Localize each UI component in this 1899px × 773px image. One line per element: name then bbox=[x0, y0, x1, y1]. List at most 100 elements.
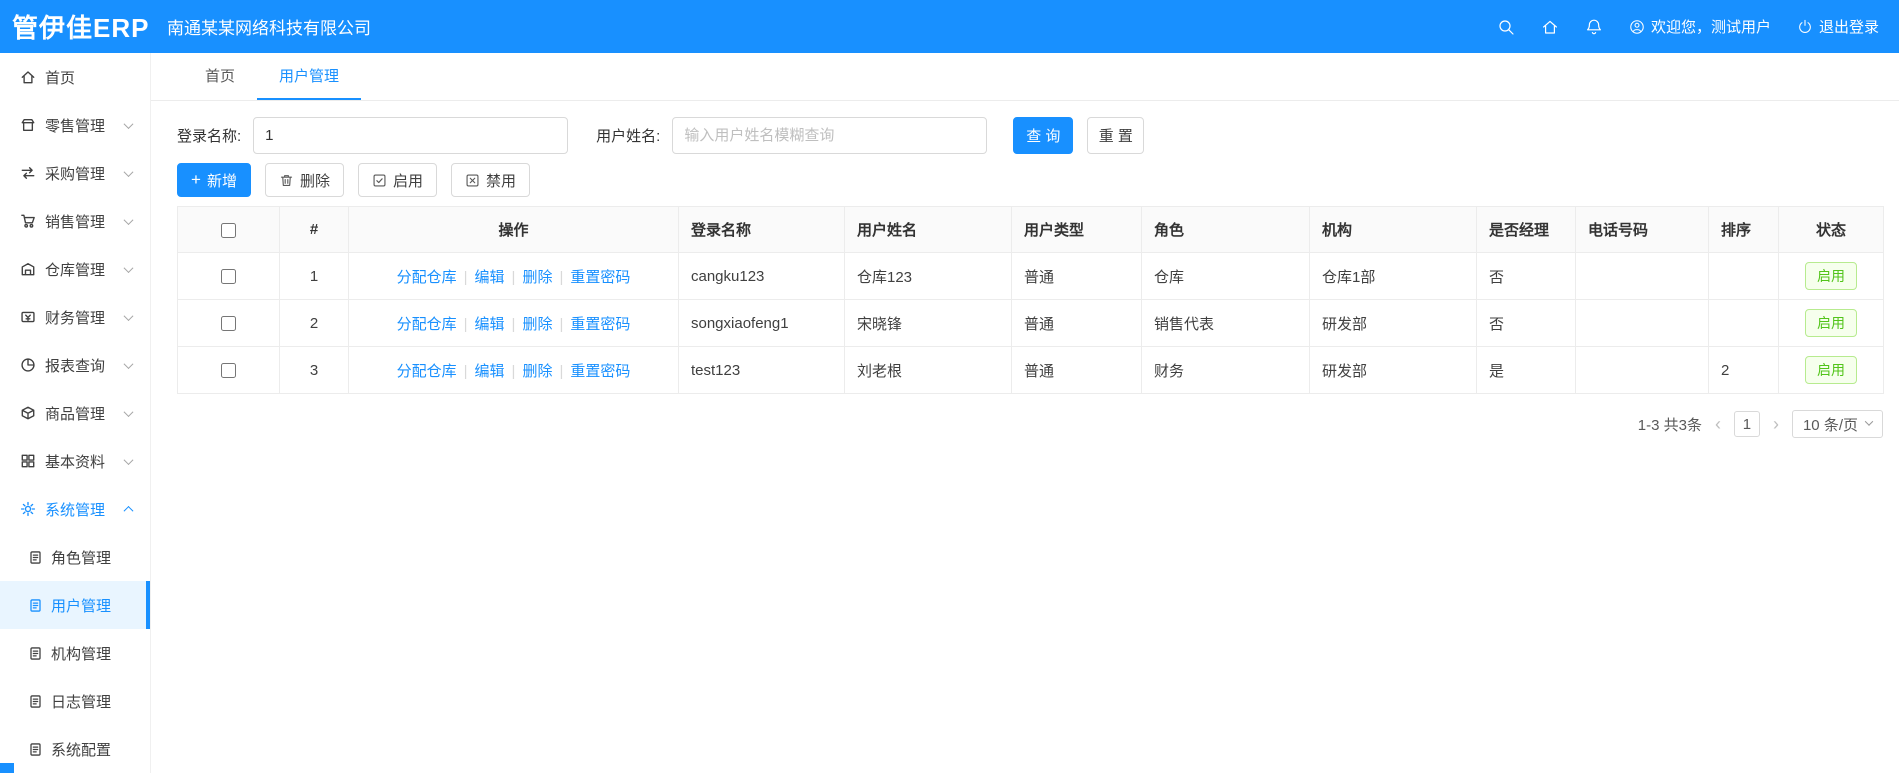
sidebar-item-label: 商品管理 bbox=[45, 405, 106, 423]
cell-login-name: songxiaofeng1 bbox=[678, 299, 845, 347]
sidebar-subitem-label: 机构管理 bbox=[51, 645, 112, 663]
cell-status: 启用 bbox=[1778, 346, 1884, 394]
sidebar-subitem-role[interactable]: 角色管理 bbox=[0, 533, 150, 581]
tab-bar: 首页 用户管理 bbox=[151, 53, 1899, 101]
user-name-input[interactable] bbox=[672, 117, 988, 154]
cell-is-manager: 是 bbox=[1476, 346, 1576, 394]
row-checkbox[interactable] bbox=[221, 316, 236, 332]
sidebar-subitem-org[interactable]: 机构管理 bbox=[0, 629, 150, 677]
doc-icon bbox=[28, 694, 43, 709]
sidebar-item-home[interactable]: 首页 bbox=[0, 53, 150, 101]
delete-button[interactable]: 删除 bbox=[264, 163, 344, 197]
cell-is-manager: 否 bbox=[1476, 252, 1576, 300]
sidebar-subitem-config[interactable]: 系统配置 bbox=[0, 725, 150, 773]
chevron-down-icon bbox=[123, 166, 134, 177]
header-actions: 欢迎您，测试用户 退出登录 bbox=[1497, 16, 1899, 37]
sidebar-item-warehouse[interactable]: 仓库管理 bbox=[0, 245, 150, 293]
row-checkbox[interactable] bbox=[221, 363, 236, 379]
swap-icon bbox=[20, 165, 36, 181]
op-separator: | bbox=[463, 268, 468, 286]
cell-phone bbox=[1575, 252, 1709, 300]
grid-icon bbox=[20, 453, 36, 469]
cell-role: 销售代表 bbox=[1141, 299, 1310, 347]
sidebar-collapse-trigger[interactable] bbox=[0, 763, 14, 773]
doc-icon bbox=[28, 742, 43, 757]
sidebar-item-label: 首页 bbox=[45, 69, 76, 87]
select-all-checkbox[interactable] bbox=[221, 222, 236, 238]
tab-home[interactable]: 首页 bbox=[183, 53, 257, 100]
op-separator: | bbox=[511, 315, 516, 333]
edit-link[interactable]: 编辑 bbox=[475, 363, 505, 380]
enable-button[interactable]: 启用 bbox=[357, 163, 437, 197]
sidebar-item-goods[interactable]: 商品管理 bbox=[0, 389, 150, 437]
row-checkbox[interactable] bbox=[221, 269, 236, 285]
home-icon bbox=[20, 69, 36, 85]
assign-warehouse-link[interactable]: 分配仓库 bbox=[397, 363, 457, 380]
delete-link[interactable]: 删除 bbox=[522, 269, 552, 286]
main-content: 首页 用户管理 登录名称: 用户姓名: 查 询 重 置 + 新增 bbox=[151, 53, 1899, 773]
cell-index: 3 bbox=[279, 346, 349, 394]
home-icon[interactable] bbox=[1541, 18, 1559, 36]
next-page-button[interactable]: › bbox=[1770, 415, 1782, 433]
reset-password-link[interactable]: 重置密码 bbox=[570, 269, 630, 286]
page-number[interactable]: 1 bbox=[1733, 411, 1760, 437]
col-user-type: 用户类型 bbox=[1011, 206, 1142, 253]
logout-button[interactable]: 退出登录 bbox=[1797, 16, 1879, 37]
sidebar-subitem-user[interactable]: 用户管理 bbox=[0, 581, 150, 629]
sidebar-item-finance[interactable]: 财务管理 bbox=[0, 293, 150, 341]
assign-warehouse-link[interactable]: 分配仓库 bbox=[397, 316, 457, 333]
cell-operations: 分配仓库 | 编辑 | 删除 | 重置密码 bbox=[348, 346, 679, 394]
row-checkbox-cell bbox=[177, 299, 280, 347]
edit-link[interactable]: 编辑 bbox=[475, 269, 505, 286]
cart-icon bbox=[20, 213, 36, 229]
edit-link[interactable]: 编辑 bbox=[475, 316, 505, 333]
prev-page-button[interactable]: ‹ bbox=[1712, 415, 1724, 433]
login-name-input[interactable] bbox=[253, 117, 569, 154]
pie-chart-icon bbox=[20, 357, 36, 373]
chevron-down-icon bbox=[1864, 416, 1874, 426]
status-badge[interactable]: 启用 bbox=[1805, 356, 1857, 384]
disable-button-label: 禁用 bbox=[485, 172, 516, 190]
status-badge[interactable]: 启用 bbox=[1805, 309, 1857, 337]
chevron-down-icon bbox=[123, 262, 134, 273]
company-name: 南通某某网络科技有限公司 bbox=[167, 19, 371, 38]
bell-icon[interactable] bbox=[1585, 18, 1603, 36]
welcome-user[interactable]: 欢迎您，测试用户 bbox=[1629, 16, 1771, 37]
disable-button[interactable]: 禁用 bbox=[450, 163, 530, 197]
add-button[interactable]: + 新增 bbox=[177, 163, 251, 197]
delete-link[interactable]: 删除 bbox=[522, 363, 552, 380]
x-square-icon bbox=[465, 173, 480, 188]
assign-warehouse-link[interactable]: 分配仓库 bbox=[397, 269, 457, 286]
op-separator: | bbox=[463, 315, 468, 333]
reset-password-link[interactable]: 重置密码 bbox=[570, 316, 630, 333]
sidebar-subitem-log[interactable]: 日志管理 bbox=[0, 677, 150, 725]
sidebar-item-purchase[interactable]: 采购管理 bbox=[0, 149, 150, 197]
chevron-down-icon bbox=[123, 118, 134, 129]
toolbar: + 新增 删除 启用 禁用 bbox=[177, 163, 1899, 197]
status-badge[interactable]: 启用 bbox=[1805, 262, 1857, 290]
delete-link[interactable]: 删除 bbox=[522, 316, 552, 333]
sidebar-item-basic-data[interactable]: 基本资料 bbox=[0, 437, 150, 485]
row-checkbox-cell bbox=[177, 252, 280, 300]
welcome-text: 欢迎您，测试用户 bbox=[1650, 19, 1771, 36]
chevron-down-icon bbox=[123, 358, 134, 369]
search-button[interactable]: 查 询 bbox=[1013, 117, 1074, 154]
sidebar-item-retail[interactable]: 零售管理 bbox=[0, 101, 150, 149]
search-icon[interactable] bbox=[1497, 18, 1515, 36]
tab-user-management[interactable]: 用户管理 bbox=[257, 53, 362, 100]
reset-button[interactable]: 重 置 bbox=[1087, 117, 1145, 154]
sidebar-item-sales[interactable]: 销售管理 bbox=[0, 197, 150, 245]
box-icon bbox=[20, 405, 36, 421]
reset-password-link[interactable]: 重置密码 bbox=[570, 363, 630, 380]
page-size-select[interactable]: 10 条/页 bbox=[1791, 410, 1883, 438]
cell-user-type: 普通 bbox=[1011, 299, 1142, 347]
sidebar-item-label: 基本资料 bbox=[45, 453, 106, 471]
user-circle-icon bbox=[1629, 19, 1645, 35]
sidebar-item-system[interactable]: 系统管理 bbox=[0, 485, 150, 533]
chevron-down-icon bbox=[123, 214, 134, 225]
chevron-down-icon bbox=[123, 310, 134, 321]
cell-status: 启用 bbox=[1778, 299, 1884, 347]
op-separator: | bbox=[511, 362, 516, 380]
page-size-label: 10 条/页 bbox=[1802, 416, 1858, 434]
sidebar-item-report[interactable]: 报表查询 bbox=[0, 341, 150, 389]
